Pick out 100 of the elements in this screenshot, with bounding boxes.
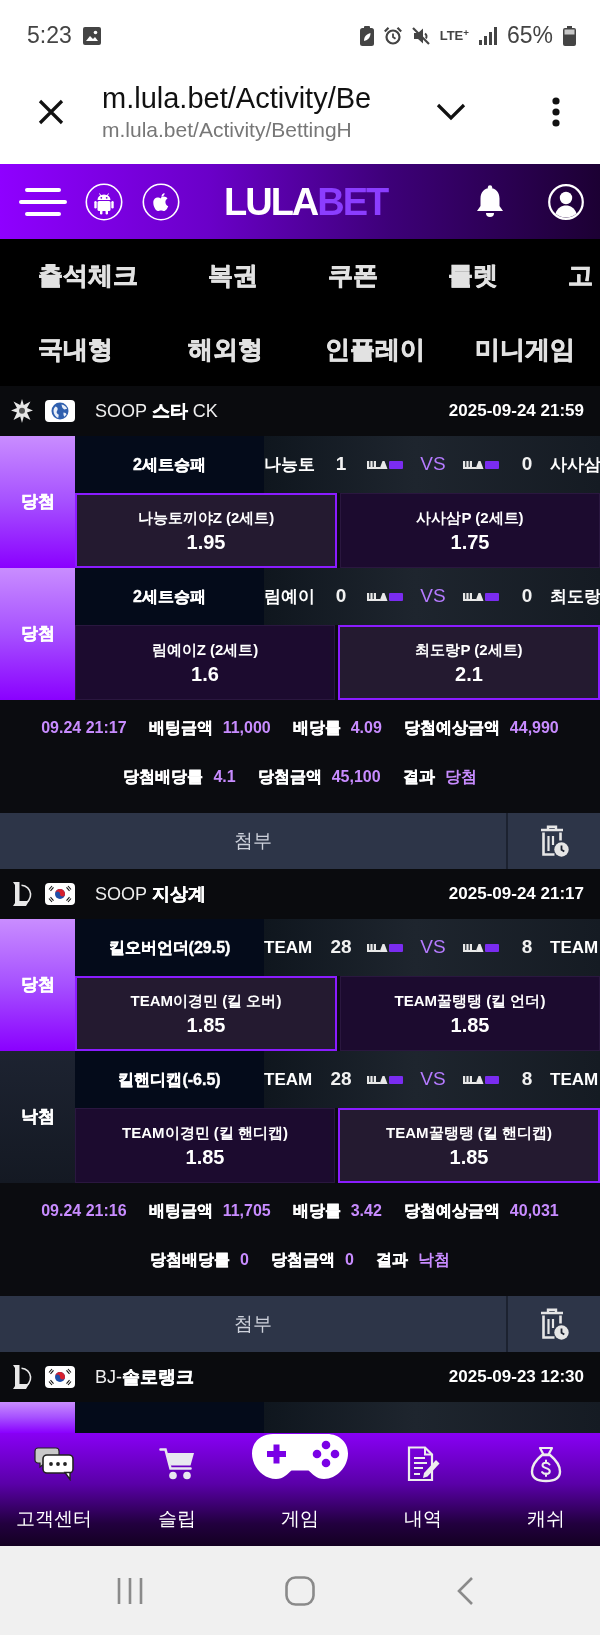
menu-item[interactable]: 출석체크 — [38, 260, 138, 290]
result-status: 당첨 — [0, 436, 75, 568]
bottom-nav-item[interactable]: 게임 — [246, 1433, 354, 1546]
clock-time: 5:23 — [27, 23, 72, 49]
trash-button[interactable] — [508, 813, 600, 869]
battery-icon — [563, 26, 576, 46]
odds-button[interactable]: 림예이Z (2세트) 1.6 — [75, 625, 335, 700]
team-logo-icon — [367, 459, 403, 470]
bet-time: 09.24 21:16 — [41, 1201, 127, 1221]
market-name: 킬핸디캡(-6.5) — [75, 1051, 264, 1108]
user-icon[interactable] — [548, 183, 584, 220]
match-date: 2025-09-23 12:30 — [448, 1366, 584, 1389]
summary-value: 44,990 — [509, 718, 559, 738]
site-logo[interactable]: LULABET — [224, 182, 388, 221]
team-logo-icon — [463, 942, 499, 953]
match-date: 2025-09-24 21:59 — [448, 400, 584, 423]
versus-label: VS — [420, 452, 446, 477]
summary-label: 당첨배당률 — [150, 1250, 231, 1270]
game-category-item[interactable]: 인플레이 — [325, 333, 425, 364]
trash-clock-icon — [539, 1308, 569, 1340]
summary-label: 배팅금액 — [148, 1201, 213, 1221]
game-category-item[interactable]: 미니게임 — [475, 333, 575, 364]
odds-button[interactable]: 최도랑P (2세트) 2.1 — [338, 625, 600, 700]
page-title: m.lula.bet/Activity/Be — [102, 81, 372, 116]
menu-item[interactable]: 고 — [568, 260, 593, 290]
summary-label: 당첨배당률 — [123, 767, 204, 787]
emblem-icon — [11, 399, 33, 423]
team-logo-icon — [367, 591, 403, 602]
result-status: 당첨 — [0, 919, 75, 1051]
team-logo-icon — [463, 591, 499, 602]
team-logo-icon — [463, 459, 499, 470]
bet-time: 09.24 21:17 — [41, 718, 127, 738]
network-type: LTE$^{+}$ — [439, 29, 469, 43]
menu-item[interactable]: 룰렛 — [448, 260, 498, 290]
document-pen-icon — [406, 1446, 440, 1482]
team-score: 0 — [335, 584, 347, 609]
summary-label: 당첨금액 — [271, 1250, 335, 1270]
apple-icon[interactable] — [142, 182, 180, 221]
game-category-item[interactable]: 국내형 — [37, 333, 113, 364]
battery-percent: 65% — [506, 23, 553, 49]
league-name: BJ-솔로랭크 — [95, 1365, 194, 1389]
summary-label: 당첨금액 — [257, 767, 322, 787]
market-name: 킬오버언더(29.5) — [75, 919, 264, 976]
odds-button[interactable]: TEAM꿀탱탱 (킬 핸디캡) 1.85 — [338, 1108, 600, 1183]
team-score: 28 — [330, 1067, 352, 1092]
league-name: SOOP 스타 CK — [95, 399, 218, 423]
page-url[interactable]: m.lula.bet/Activity/BettingH — [102, 116, 352, 144]
flag-icon — [45, 883, 75, 905]
team-score: 0 — [521, 584, 533, 609]
flag-icon — [45, 1366, 75, 1388]
chat-bubbles-icon — [34, 1447, 74, 1481]
menu-item[interactable]: 복권 — [208, 260, 258, 290]
summary-value: 11,705 — [222, 1201, 271, 1221]
bottom-nav-item[interactable]: 고객센터 — [0, 1433, 108, 1546]
battery-saver-icon — [359, 26, 374, 46]
summary-value: 4.09 — [350, 718, 382, 738]
more-options-icon[interactable] — [552, 97, 560, 127]
summary-value: 40,031 — [509, 1201, 559, 1221]
menu-item[interactable]: 쿠폰 — [328, 260, 378, 290]
team-name: 림예이 — [264, 585, 315, 608]
team-name: 나능토 — [264, 453, 315, 476]
game-category-item[interactable]: 해외형 — [187, 333, 263, 364]
odds-button[interactable]: TEAM이경민 (킬 핸디캡) 1.85 — [75, 1108, 335, 1183]
android-icon[interactable] — [85, 182, 123, 221]
team-logo-icon — [463, 1074, 499, 1085]
attach-button[interactable]: 첨부 — [0, 1296, 508, 1352]
attach-button[interactable]: 첨부 — [0, 813, 508, 869]
summary-label: 배당률 — [292, 1201, 341, 1221]
league-name: SOOP 지상계 — [95, 882, 206, 906]
back-icon[interactable] — [456, 1575, 474, 1606]
gallery-icon — [82, 27, 101, 45]
summary-label: 배팅금액 — [148, 718, 213, 738]
team-name: TEAM — [550, 1068, 599, 1091]
team-score: 0 — [521, 452, 533, 477]
recent-apps-icon[interactable] — [116, 1576, 144, 1605]
ring-logo-icon — [11, 881, 33, 907]
odds-button[interactable]: TEAM이경민 (킬 오버) 1.85 — [75, 976, 337, 1051]
trash-button[interactable] — [508, 1296, 600, 1352]
menu-icon[interactable] — [19, 186, 67, 217]
odds-button[interactable]: 나능토끼야Z (2세트) 1.95 — [75, 493, 337, 568]
mute-icon — [411, 27, 430, 45]
alarm-icon — [383, 27, 402, 45]
home-icon[interactable] — [285, 1575, 315, 1606]
summary-value: 45,100 — [331, 767, 381, 787]
market-name: 2세트승패 — [75, 568, 264, 625]
versus-label: VS — [420, 584, 446, 609]
chevron-down-icon[interactable] — [436, 103, 466, 121]
gamepad-icon — [250, 1433, 350, 1481]
team-name: TEAM — [550, 936, 599, 959]
signal-icon — [478, 27, 497, 45]
bottom-nav-item[interactable]: 슬립 — [123, 1433, 231, 1546]
close-icon[interactable] — [38, 99, 64, 125]
odds-button[interactable]: 사사삼P (2세트) 1.75 — [340, 493, 600, 568]
team-name: 최도랑 — [550, 585, 600, 608]
odds-button[interactable]: TEAM꿀탱탱 (킬 언더) 1.85 — [340, 976, 600, 1051]
globe-icon — [45, 400, 75, 422]
bottom-nav-item[interactable]: 캐쉬 — [492, 1433, 600, 1546]
trash-clock-icon — [539, 825, 569, 857]
team-logo-icon — [367, 942, 403, 953]
bottom-nav-item[interactable]: 내역 — [369, 1433, 477, 1546]
